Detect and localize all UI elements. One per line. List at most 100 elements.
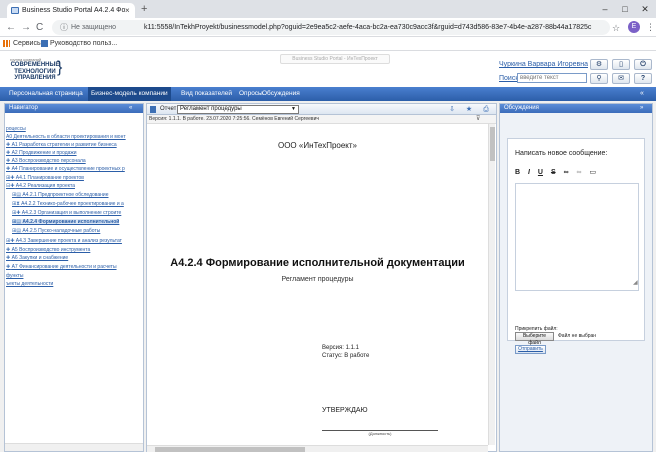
- export-icon[interactable]: ⇩: [445, 105, 459, 114]
- search-input[interactable]: [517, 73, 587, 83]
- scrollbar-thumb[interactable]: [155, 447, 305, 452]
- send-button[interactable]: Отправить: [515, 345, 546, 354]
- document-icon[interactable]: ▯: [612, 59, 630, 70]
- process-icon: ✚: [6, 166, 11, 172]
- tree-item[interactable]: роцессы: [6, 126, 26, 132]
- report-select-value: Регламент процедуры: [180, 106, 242, 112]
- search-label[interactable]: Поиск: [499, 75, 518, 82]
- nav-business-model[interactable]: Бизнес-модель компании: [88, 87, 171, 101]
- navigator-horizontal-scrollbar[interactable]: [5, 443, 143, 451]
- tree-item[interactable]: ⊞⧗ А4.2.2 Технико-рабочее проектирование…: [12, 201, 124, 207]
- page: Business Studio Portal A4.2.4 Фо × + – □…: [0, 0, 656, 452]
- discussion-collapse-icon[interactable]: »: [640, 104, 643, 113]
- filter-icon[interactable]: ⊽: [476, 115, 480, 124]
- tree-item-selected[interactable]: ⊞▤ А4.2.4 Формирование исполнительной: [12, 219, 120, 226]
- tree-item[interactable]: ⊞✚ А4.1 Планирование проектов: [6, 175, 84, 181]
- report-select[interactable]: Регламент процедуры ▼: [177, 105, 299, 114]
- scrollbar-thumb[interactable]: [490, 127, 495, 161]
- tree-item[interactable]: ✚ А6 Закупки и снабжение: [6, 255, 68, 261]
- unlink-icon[interactable]: ∞: [577, 169, 582, 176]
- bold-icon[interactable]: B: [515, 169, 520, 176]
- tree-item[interactable]: ✚ А1 Разработка стратегии и развитие биз…: [6, 142, 117, 148]
- logout-icon[interactable]: ⏻: [634, 59, 652, 70]
- underline-icon[interactable]: U: [538, 169, 543, 176]
- favorite-star-icon[interactable]: ★: [462, 105, 476, 114]
- image-icon[interactable]: ▭: [589, 168, 596, 176]
- bookmark-user-guide[interactable]: Руководство польз...: [50, 37, 117, 51]
- editor-toolbar: B I U S ∞ ∞ ▭: [515, 168, 602, 176]
- tree-item[interactable]: ⊞▤ А4.2.5 Пуско-наладочные работы: [12, 228, 100, 234]
- nav-discussions[interactable]: Обсуждения: [259, 87, 303, 101]
- italic-icon[interactable]: I: [528, 169, 530, 176]
- tree-item-label: А4.2.1 Предпроектное обследование: [22, 192, 109, 198]
- tree-item[interactable]: ✚ А4 Планирование и осуществление проект…: [6, 166, 125, 172]
- settings-icon[interactable]: ⚙: [590, 59, 608, 70]
- strikethrough-icon[interactable]: S: [551, 169, 556, 176]
- tree-item[interactable]: ✚ А3 Воспроизводство персонала: [6, 158, 86, 164]
- document-horizontal-scrollbar[interactable]: [147, 445, 488, 452]
- reload-icon[interactable]: C: [36, 21, 43, 34]
- link-icon[interactable]: ∞: [564, 169, 569, 176]
- version-bar: Версия: 1.1.1. В работе. 23.07.2020 7:25…: [147, 115, 496, 124]
- back-icon[interactable]: ←: [6, 21, 16, 34]
- new-message-title: Написать новое сообщение:: [515, 150, 608, 157]
- resize-handle-icon[interactable]: ◢: [633, 279, 638, 286]
- messages-icon[interactable]: ✉: [612, 73, 630, 84]
- browser-menu-icon[interactable]: ⋮: [646, 21, 655, 33]
- tree-item-label: А2 Продвижение и продажи: [11, 150, 77, 156]
- forward-icon[interactable]: →: [21, 21, 31, 34]
- tree-item-label: А4.2.3 Организация и выполнение строите: [21, 210, 122, 216]
- tree-item-label: функты: [6, 273, 24, 279]
- company-logo[interactable]: СОВРЕМЕННЫЕ ТЕХНОЛОГИИ УПРАВЛЕНИЯ: [10, 62, 60, 82]
- message-editor[interactable]: ◢: [515, 183, 639, 291]
- tree-item[interactable]: ъекты деятельности: [6, 281, 53, 287]
- document-status: Статус: В работе: [322, 353, 370, 359]
- bookmark-services[interactable]: Сервисы: [13, 37, 42, 51]
- navigator-title: Навигатор: [9, 105, 38, 111]
- tree-item[interactable]: А0 Деятельность в области проектирования…: [6, 134, 126, 140]
- tree-item[interactable]: ⊞✚ А4.3 Завершение проекта и анализ резу…: [6, 238, 122, 244]
- navigator-collapse-icon[interactable]: «: [129, 104, 132, 113]
- discussion-header: Обсуждения »: [500, 104, 652, 113]
- new-tab-icon[interactable]: +: [141, 2, 147, 16]
- tree-item[interactable]: ✚ А7 Финансирование деятельности и расче…: [6, 264, 117, 270]
- url-text[interactable]: k11:5558/InTekhProyekt/businessmodel.php…: [144, 20, 591, 35]
- tree-item-label: роцессы: [6, 126, 26, 132]
- tree-item-label: А4.3 Завершение проекта и анализ результ…: [15, 238, 122, 244]
- nav-collapse-icon[interactable]: «: [640, 87, 644, 101]
- main-nav: Персональная страница Бизнес-модель комп…: [0, 87, 656, 101]
- tree-item-label: А4.1 Планирование проектов: [15, 175, 84, 181]
- nav-indicators[interactable]: Вид показателей: [178, 87, 235, 101]
- choose-file-button[interactable]: Выберите файл: [515, 332, 554, 346]
- nav-personal-page[interactable]: Персональная страница: [6, 87, 86, 101]
- print-icon[interactable]: ⎙: [479, 105, 493, 114]
- collapse-process-icon: ⊟✚: [6, 183, 15, 189]
- document-vertical-scrollbar[interactable]: [488, 124, 495, 445]
- browser-tab[interactable]: Business Studio Portal A4.2.4 Фо ×: [7, 3, 135, 18]
- tree-item[interactable]: функты: [6, 273, 23, 279]
- search-icon[interactable]: ⚲: [590, 73, 608, 84]
- process-icon: ✚: [6, 264, 11, 270]
- document-approve: УТВЕРЖДАЮ: [322, 407, 368, 414]
- browser-tab-strip: Business Studio Portal A4.2.4 Фо × + – □…: [0, 0, 656, 18]
- maximize-icon[interactable]: □: [617, 2, 633, 16]
- tree-item-label: А4.2 Реализация проекта: [15, 183, 75, 189]
- address-bar[interactable]: ⓘ Не защищено k11:5558/InTekhProyekt/bus…: [52, 20, 620, 35]
- minimize-icon[interactable]: –: [597, 2, 613, 16]
- help-icon[interactable]: ?: [634, 73, 652, 84]
- tree-item-label: А0 Деятельность в области проектирования…: [6, 134, 126, 140]
- tree-item[interactable]: ⊞▤ А4.2.1 Предпроектное обследование: [12, 192, 109, 198]
- info-icon[interactable]: ⓘ: [60, 21, 68, 34]
- tree-item[interactable]: ✚ А2 Продвижение и продажи: [6, 150, 77, 156]
- tab-close-icon[interactable]: ×: [125, 3, 130, 18]
- user-name-link[interactable]: Чуркина Варвара Игоревна: [499, 61, 588, 68]
- close-window-icon[interactable]: ✕: [637, 2, 653, 16]
- apps-grid-icon[interactable]: [3, 40, 10, 47]
- bookmark-star-icon[interactable]: ☆: [612, 22, 620, 35]
- tree-item[interactable]: ✚ А5 Воспроизводство инструмента: [6, 247, 90, 253]
- tree-item[interactable]: ⊞✚ А4.2.3 Организация и выполнение строи…: [12, 210, 121, 216]
- profile-avatar[interactable]: E: [628, 21, 640, 33]
- document-panel: Отчет Регламент процедуры ▼ ⇩ ★ ⎙ Версия…: [146, 103, 497, 452]
- discussion-title: Обсуждения: [504, 105, 539, 111]
- tree-item[interactable]: ⊟✚ А4.2 Реализация проекта: [6, 183, 75, 189]
